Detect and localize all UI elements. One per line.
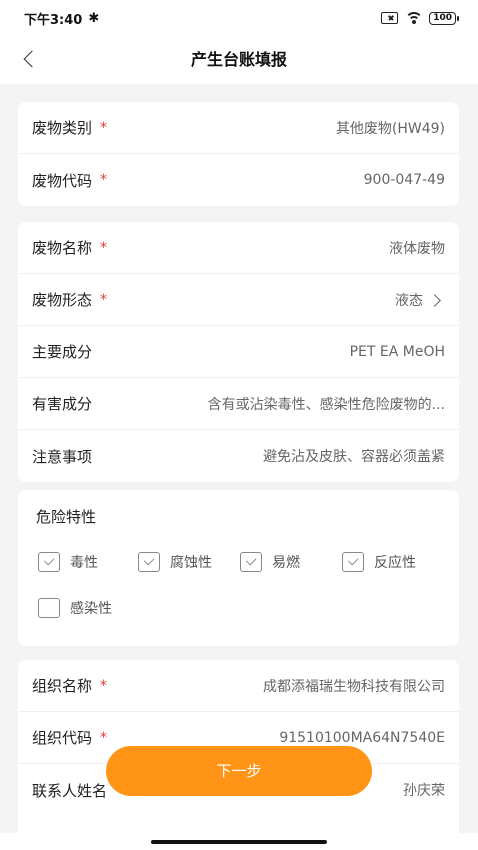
- checkbox-label: 腐蚀性: [170, 555, 212, 571]
- checkbox-reactive[interactable]: 反应性: [342, 552, 416, 572]
- status-right: 100: [381, 11, 459, 25]
- checkbox-checked-icon: [38, 552, 60, 572]
- checkbox-label: 感染性: [70, 601, 112, 617]
- hazard-title: 危险特性: [36, 508, 97, 526]
- next-step-button[interactable]: 下一步: [106, 746, 372, 796]
- row-waste-name[interactable]: 废物名称 * 液体废物: [18, 222, 459, 274]
- required-mark: *: [100, 291, 108, 308]
- field-value-waste-code: 900-047-49: [363, 172, 445, 188]
- checkbox-checked-icon: [342, 552, 364, 572]
- home-indicator[interactable]: [151, 840, 327, 844]
- page-title: 产生台账填报: [190, 50, 287, 69]
- row-precautions[interactable]: 注意事项 避免沾及皮肤、容器必须盖紧: [18, 430, 459, 482]
- field-value-waste-name: 液体废物: [389, 240, 445, 257]
- field-label: 组织名称 *: [32, 677, 108, 695]
- required-mark: *: [100, 172, 108, 188]
- hazard-card: 危险特性 毒性 腐蚀性 易燃 反应性 感染性: [18, 490, 459, 646]
- nav-bar: 产生台账填报: [0, 36, 478, 84]
- field-value-waste-form: 液态: [395, 292, 423, 309]
- field-value-org-code: 91510100MA64N7540E: [279, 729, 445, 746]
- field-value-hazardous-component: 含有或沾染毒性、感染性危险废物的...: [207, 396, 445, 413]
- field-label: 废物形态 *: [32, 291, 108, 309]
- checkbox-corrosive[interactable]: 腐蚀性: [138, 552, 212, 572]
- waste-category-card: 废物类别 * 其他废物(HW49) 废物代码 * 900-047-49: [18, 102, 459, 206]
- wifi-icon: [405, 11, 423, 25]
- required-mark: *: [100, 677, 108, 694]
- checkbox-toxic[interactable]: 毒性: [38, 552, 98, 572]
- row-waste-code[interactable]: 废物代码 * 900-047-49: [18, 154, 459, 206]
- no-sim-icon: [381, 12, 399, 24]
- field-value-precautions: 避免沾及皮肤、容器必须盖紧: [263, 449, 445, 465]
- field-label: 有害成分: [32, 395, 93, 413]
- required-mark: *: [100, 729, 108, 746]
- field-value-contact-name: 孙庆荣: [403, 783, 445, 799]
- checkbox-label: 毒性: [70, 555, 98, 571]
- checkbox-label: 反应性: [374, 555, 416, 571]
- field-value-waste-category: 其他废物(HW49): [335, 120, 445, 137]
- status-left: 下午3:40 ✱: [24, 9, 99, 28]
- checkbox-infectious[interactable]: 感染性: [38, 598, 112, 618]
- checkbox-checked-icon: [138, 552, 160, 572]
- field-label: 废物类别 *: [32, 119, 108, 137]
- battery-icon: 100: [429, 11, 459, 25]
- field-label: 废物代码 *: [32, 171, 108, 190]
- field-label: 主要成分: [32, 343, 93, 361]
- status-bar: 下午3:40 ✱ 100: [0, 0, 478, 36]
- field-label: 组织代码 *: [32, 729, 108, 747]
- back-icon[interactable]: [20, 48, 44, 72]
- bluetooth-icon: ✱: [88, 10, 100, 26]
- field-value-org-name: 成都添福瑞生物科技有限公司: [263, 678, 445, 695]
- row-waste-form[interactable]: 废物形态 * 液态: [18, 274, 459, 326]
- row-main-component[interactable]: 主要成分 PET EA MeOH: [18, 326, 459, 378]
- status-time: 下午3:40: [24, 12, 83, 28]
- waste-detail-card: 废物名称 * 液体废物 废物形态 * 液态 主要成分 PET EA MeOH 有害成…: [18, 222, 459, 482]
- required-mark: *: [100, 239, 108, 256]
- row-waste-category[interactable]: 废物类别 * 其他废物(HW49): [18, 102, 459, 154]
- checkbox-checked-icon: [240, 552, 262, 572]
- field-label: 联系人姓名: [32, 781, 108, 800]
- required-mark: *: [100, 119, 108, 136]
- checkbox-unchecked-icon: [38, 598, 60, 618]
- checkbox-label: 易燃: [272, 555, 300, 571]
- waste-form-selector[interactable]: 液态: [381, 290, 445, 310]
- field-label: 注意事项: [32, 447, 93, 466]
- chevron-right-icon: [427, 291, 445, 309]
- row-hazardous-component[interactable]: 有害成分 含有或沾染毒性、感染性危险废物的...: [18, 378, 459, 430]
- field-value-main-component: PET EA MeOH: [349, 343, 445, 360]
- checkbox-flammable[interactable]: 易燃: [240, 552, 300, 572]
- row-org-name[interactable]: 组织名称 * 成都添福瑞生物科技有限公司: [18, 660, 459, 712]
- field-label: 废物名称 *: [32, 239, 108, 257]
